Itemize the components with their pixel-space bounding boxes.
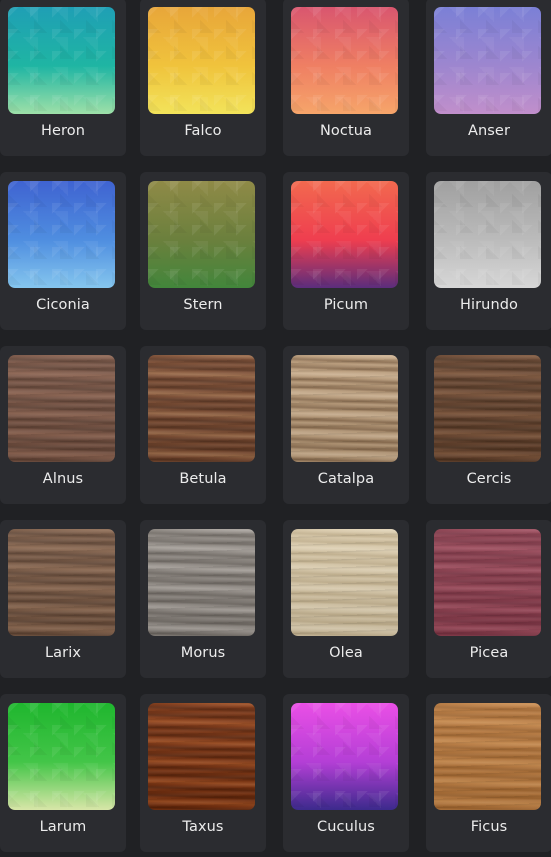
theme-label-ficus: Ficus — [470, 819, 508, 835]
theme-label-taxus: Taxus — [182, 819, 224, 835]
theme-tile-cercis[interactable]: Cercis — [426, 346, 551, 504]
theme-label-morus: Morus — [180, 645, 226, 661]
theme-label-falco: Falco — [184, 123, 222, 139]
theme-tile-hirundo[interactable]: Hirundo — [426, 172, 551, 330]
theme-label-larix: Larix — [44, 645, 82, 661]
theme-label-larum: Larum — [39, 819, 87, 835]
theme-tile-picea[interactable]: Picea — [426, 520, 551, 678]
theme-tile-alnus[interactable]: Alnus — [0, 346, 126, 504]
theme-swatch-betula — [148, 355, 255, 462]
theme-swatch-ficus — [434, 703, 541, 810]
theme-label-betula: Betula — [179, 471, 227, 487]
theme-swatch-noctua — [291, 7, 398, 114]
theme-label-cercis: Cercis — [466, 471, 512, 487]
theme-tile-noctua[interactable]: Noctua — [283, 0, 409, 156]
theme-label-picum: Picum — [323, 297, 369, 313]
theme-swatch-heron — [8, 7, 115, 114]
theme-tile-catalpa[interactable]: Catalpa — [283, 346, 409, 504]
theme-tile-stern[interactable]: Stern — [140, 172, 266, 330]
theme-tile-larix[interactable]: Larix — [0, 520, 126, 678]
theme-label-heron: Heron — [40, 123, 86, 139]
theme-tile-ficus[interactable]: Ficus — [426, 694, 551, 852]
theme-tile-falco[interactable]: Falco — [140, 0, 266, 156]
theme-grid: Heron Falco Noctua Anser Ciconia Stern Picum Hi… — [0, 0, 551, 857]
theme-label-hirundo: Hirundo — [459, 297, 519, 313]
theme-tile-olea[interactable]: Olea — [283, 520, 409, 678]
theme-label-catalpa: Catalpa — [317, 471, 375, 487]
theme-swatch-cercis — [434, 355, 541, 462]
theme-tile-larum[interactable]: Larum — [0, 694, 126, 852]
theme-swatch-taxus — [148, 703, 255, 810]
theme-swatch-larum — [8, 703, 115, 810]
theme-swatch-falco — [148, 7, 255, 114]
theme-swatch-stern — [148, 181, 255, 288]
theme-tile-picum[interactable]: Picum — [283, 172, 409, 330]
theme-swatch-picum — [291, 181, 398, 288]
theme-tile-taxus[interactable]: Taxus — [140, 694, 266, 852]
theme-tile-betula[interactable]: Betula — [140, 346, 266, 504]
theme-label-noctua: Noctua — [319, 123, 373, 139]
theme-swatch-ciconia — [8, 181, 115, 288]
theme-tile-cuculus[interactable]: Cuculus — [283, 694, 409, 852]
theme-swatch-larix — [8, 529, 115, 636]
theme-label-picea: Picea — [469, 645, 509, 661]
theme-label-stern: Stern — [183, 297, 223, 313]
theme-swatch-morus — [148, 529, 255, 636]
theme-swatch-anser — [434, 7, 541, 114]
theme-tile-ciconia[interactable]: Ciconia — [0, 172, 126, 330]
theme-label-anser: Anser — [467, 123, 511, 139]
theme-tile-morus[interactable]: Morus — [140, 520, 266, 678]
theme-swatch-hirundo — [434, 181, 541, 288]
theme-swatch-catalpa — [291, 355, 398, 462]
theme-label-olea: Olea — [329, 645, 363, 661]
theme-label-ciconia: Ciconia — [36, 297, 90, 313]
theme-label-cuculus: Cuculus — [317, 819, 375, 835]
theme-label-alnus: Alnus — [42, 471, 84, 487]
theme-tile-heron[interactable]: Heron — [0, 0, 126, 156]
theme-swatch-cuculus — [291, 703, 398, 810]
theme-swatch-olea — [291, 529, 398, 636]
theme-tile-anser[interactable]: Anser — [426, 0, 551, 156]
theme-swatch-picea — [434, 529, 541, 636]
theme-swatch-alnus — [8, 355, 115, 462]
